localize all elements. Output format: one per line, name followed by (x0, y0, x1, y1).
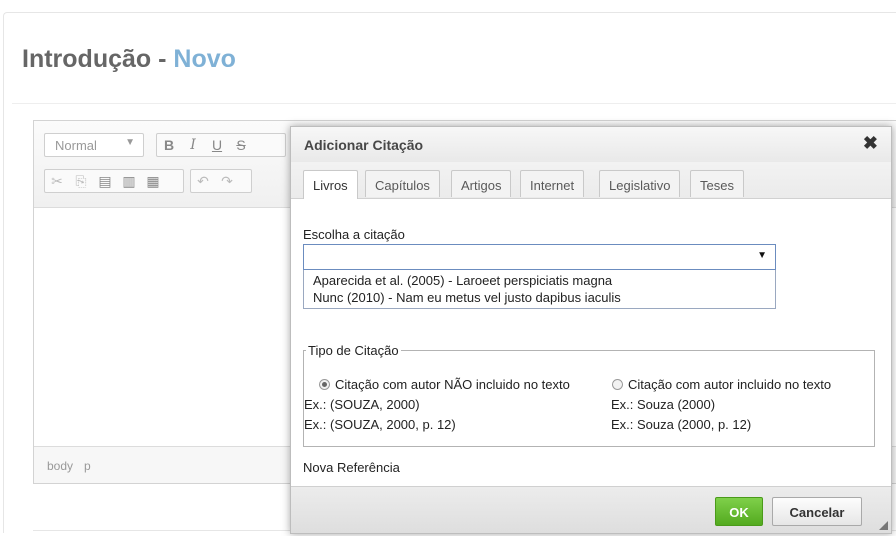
add-citation-dialog: Adicionar Citação ✖ Livros Capítulos Art… (290, 126, 892, 534)
dialog-header[interactable]: Adicionar Citação ✖ (291, 127, 891, 162)
tab-internet[interactable]: Internet (520, 170, 585, 197)
format-combo-value: Normal (55, 138, 97, 153)
copy-icon[interactable]: ⎘ (69, 173, 93, 190)
radio-author-not-in-text[interactable] (319, 379, 330, 390)
paste-icon[interactable]: ▤ (93, 173, 117, 190)
example-text: Ex.: Souza (2000) (611, 397, 716, 412)
example-text: Ex.: (SOUZA, 2000, p. 12) (304, 417, 456, 432)
tab-capitulos[interactable]: Capítulos (365, 170, 440, 197)
dialog-tabs: Livros Capítulos Artigos Internet Legisl… (291, 162, 891, 199)
ok-button[interactable]: OK (715, 497, 763, 526)
text-style-group: B I U S (156, 133, 286, 157)
tab-legislativo[interactable]: Legislativo (599, 170, 681, 197)
underline-button[interactable]: U (205, 137, 229, 153)
radio-author-in-text[interactable] (612, 379, 623, 390)
chevron-down-icon: ▼ (125, 137, 135, 148)
citation-type-legend: Tipo de Citação (308, 343, 399, 358)
citation-option[interactable]: Aparecida et al. (2005) - Laroeet perspi… (313, 273, 612, 288)
italic-button[interactable]: I (181, 137, 205, 153)
tab-livros[interactable]: Livros (303, 170, 358, 199)
title-divider (12, 103, 896, 104)
history-group: ↶ ↷ (190, 169, 252, 193)
tab-teses[interactable]: Teses (690, 170, 744, 197)
example-text: Ex.: (SOUZA, 2000) (304, 397, 420, 412)
citation-options-list: Aparecida et al. (2005) - Laroeet perspi… (303, 270, 776, 309)
cut-icon[interactable]: ✂ (45, 173, 69, 190)
paste-text-icon[interactable]: ▥ (117, 173, 141, 190)
citation-option[interactable]: Nunc (2010) - Nam eu metus vel justo dap… (313, 290, 621, 305)
dialog-footer: OK Cancelar (291, 486, 891, 533)
redo-icon[interactable]: ↷ (215, 173, 239, 190)
option-author-not-in-text-label: Citação com autor NÃO incluido no texto (335, 377, 570, 392)
strikethrough-button[interactable]: S (229, 137, 253, 153)
dialog-title: Adicionar Citação (304, 137, 424, 153)
citation-select[interactable]: ▼ (303, 244, 776, 270)
option-author-in-text-label: Citação com autor incluido no texto (628, 377, 832, 392)
bold-button[interactable]: B (157, 137, 181, 153)
example-text: Ex.: Souza (2000, p. 12) (611, 417, 752, 432)
clipboard-group: ✂ ⎘ ▤ ▥ ▦ (44, 169, 184, 193)
cancel-button[interactable]: Cancelar (772, 497, 862, 526)
close-icon[interactable]: ✖ (863, 133, 878, 154)
page-title: Introdução - Novo (22, 45, 236, 74)
new-reference-link[interactable]: Nova Referência (303, 460, 400, 475)
chevron-down-icon: ▼ (757, 250, 767, 261)
path-p[interactable]: p (84, 459, 91, 473)
resize-grip-icon[interactable] (879, 521, 888, 530)
format-combo[interactable]: Normal ▼ (44, 133, 144, 157)
path-body[interactable]: body (47, 459, 73, 473)
page-title-accent: Novo (173, 45, 236, 73)
paste-word-icon[interactable]: ▦ (141, 173, 165, 190)
page-title-main: Introdução - (22, 45, 174, 73)
choose-citation-label: Escolha a citação (303, 227, 405, 242)
tab-artigos[interactable]: Artigos (451, 170, 512, 197)
undo-icon[interactable]: ↶ (191, 173, 215, 190)
